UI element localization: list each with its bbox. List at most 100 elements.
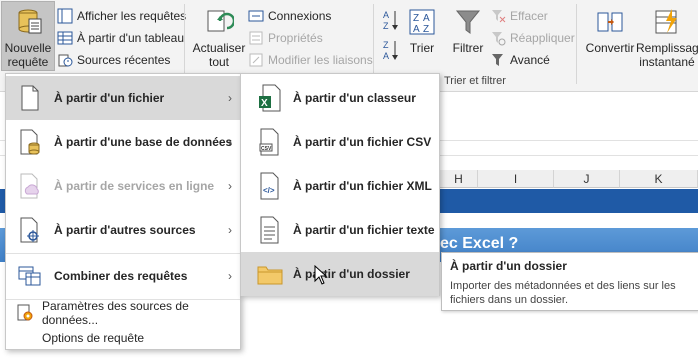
actualiser-tout-button[interactable]: Actualiser tout [190,2,248,69]
menu-item-label: À partir d'une base de données [54,135,233,149]
submenu-item-label: À partir d'un classeur [293,91,416,105]
submenu-item-texte[interactable]: À partir d'un fichier texte [241,208,439,252]
svg-text:A: A [383,10,389,20]
menu-item-label: À partir d'un fichier [54,91,165,105]
excel-workbook-icon: X [255,83,285,113]
partir-tableau-button[interactable]: À partir d'un tableau [57,28,184,48]
banner-text: ec Excel ? [440,235,519,252]
filter-icon [451,6,485,38]
csv-icon: CSV [255,127,285,157]
svg-text:Z: Z [423,24,429,35]
svg-text:X: X [261,98,268,109]
sources-recentes-label: Sources récentes [77,53,171,67]
menu-item-label: Options de requête [42,331,145,345]
menu-item-autres-sources[interactable]: À partir d'autres sources › [6,208,240,252]
convertir-label: Convertir [585,41,635,55]
svg-text:Z: Z [383,40,389,50]
other-sources-icon [16,216,44,244]
sort-za-icon: ZA [382,38,400,65]
remplissage-button[interactable]: Remplissage instantané [636,2,698,69]
text-file-icon [255,215,285,245]
svg-text:Z: Z [383,21,389,31]
menu-item-base-donnees[interactable]: À partir d'une base de données › [6,120,240,164]
nouvelle-requete-button[interactable]: Nouvelle requête [1,1,55,71]
clear-filter-icon [490,8,506,24]
sort-za-button[interactable]: ZA [382,38,400,64]
submenu-item-label: À partir d'un fichier CSV [293,135,432,149]
recent-sources-icon [57,52,73,68]
nouvelle-requete-label: Nouvelle requête [4,41,52,69]
actualiser-tout-label: Actualiser tout [192,41,246,69]
chevron-right-icon: › [228,135,232,149]
database-icon [16,128,44,156]
sort-az-button[interactable]: AZ [382,8,400,34]
reappliquer-label: Réappliquer [510,31,575,45]
menu-item-label: À partir d'autres sources [54,223,196,237]
modifier-liaisons-label: Modifier les liaisons [268,53,373,67]
advanced-filter-icon [490,52,506,68]
svg-text:A: A [423,13,430,24]
cloud-icon [16,172,44,200]
submenu-item-label: À partir d'un fichier texte [293,223,435,237]
chevron-right-icon: › [228,223,232,237]
menu-item-options-requete[interactable]: Options de requête [6,326,240,350]
submenu-item-dossier[interactable]: À partir d'un dossier [241,252,439,296]
column-header[interactable]: J [554,170,620,188]
menu-item-label: Combiner des requêtes [54,269,188,283]
trier-label: Trier [409,41,435,55]
submenu-item-classeur[interactable]: X À partir d'un classeur [241,76,439,120]
convertir-button[interactable]: Convertir [584,2,636,55]
remplissage-label: Remplissage instantané [636,41,698,69]
proprietes-label: Propriétés [268,31,323,45]
tooltip-title: À partir d'un dossier [450,259,567,273]
submenu-item-xml[interactable]: </> À partir d'un fichier XML [241,164,439,208]
tooltip: À partir d'un dossier Importer des métad… [441,252,698,311]
new-query-icon [11,6,45,38]
ribbon-separator [373,4,374,84]
menu-item-label: Paramètres des sources de données... [42,299,189,327]
svg-text:CSV: CSV [261,146,272,152]
properties-icon [248,30,264,46]
column-header[interactable]: K [620,170,698,188]
reappliquer-button[interactable]: Réappliquer [490,28,575,48]
xml-icon: </> [255,171,285,201]
menu-item-combiner-requetes[interactable]: Combiner des requêtes › [6,254,240,298]
menu-item-parametres-sources[interactable]: Paramètres des sources de données... [6,299,240,327]
ribbon-separator [184,4,185,84]
queries-pane-icon [57,8,73,24]
file-icon [16,84,44,112]
reapply-icon [490,30,506,46]
sort-az-icon: AZ [382,8,400,35]
afficher-requetes-button[interactable]: Afficher les requêtes [57,6,186,26]
sort-icon: ZAAZ [405,6,439,38]
connexions-button[interactable]: Connexions [248,6,331,26]
sources-recentes-button[interactable]: Sources récentes [57,50,170,70]
submenu-item-csv[interactable]: CSV À partir d'un fichier CSV [241,120,439,164]
proprietes-button[interactable]: Propriétés [248,28,323,48]
nouvelle-requete-menu: À partir d'un fichier › À partir d'une b… [5,73,241,350]
edit-links-icon [248,52,264,68]
svg-text:</>: </> [263,186,275,195]
connexions-label: Connexions [268,9,332,23]
avance-button[interactable]: Avancé [490,50,550,70]
svg-text:A: A [383,51,389,61]
filtrer-button[interactable]: Filtrer [446,2,490,55]
trier-filtrer-group-label: Trier et filtrer [444,75,506,87]
modifier-liaisons-button[interactable]: Modifier les liaisons [248,50,373,70]
mouse-cursor-icon [314,264,328,288]
effacer-button[interactable]: Effacer [490,6,548,26]
column-header[interactable]: H [440,170,478,188]
trier-button[interactable]: ZAAZ Trier [402,2,442,55]
column-header[interactable]: I [478,170,554,188]
refresh-all-icon [202,6,236,38]
menu-item-partir-fichier[interactable]: À partir d'un fichier › [6,76,240,120]
filtrer-label: Filtrer [452,41,484,55]
partir-fichier-submenu: X À partir d'un classeur CSV À partir d'… [240,73,440,296]
combine-icon [16,262,44,290]
chevron-right-icon: › [228,91,232,105]
chevron-right-icon: › [228,179,232,193]
menu-item-services-en-ligne[interactable]: À partir de services en ligne › [6,164,240,208]
submenu-item-label: À partir d'un fichier XML [293,179,432,193]
settings-icon [16,304,34,322]
table-icon [57,30,73,46]
